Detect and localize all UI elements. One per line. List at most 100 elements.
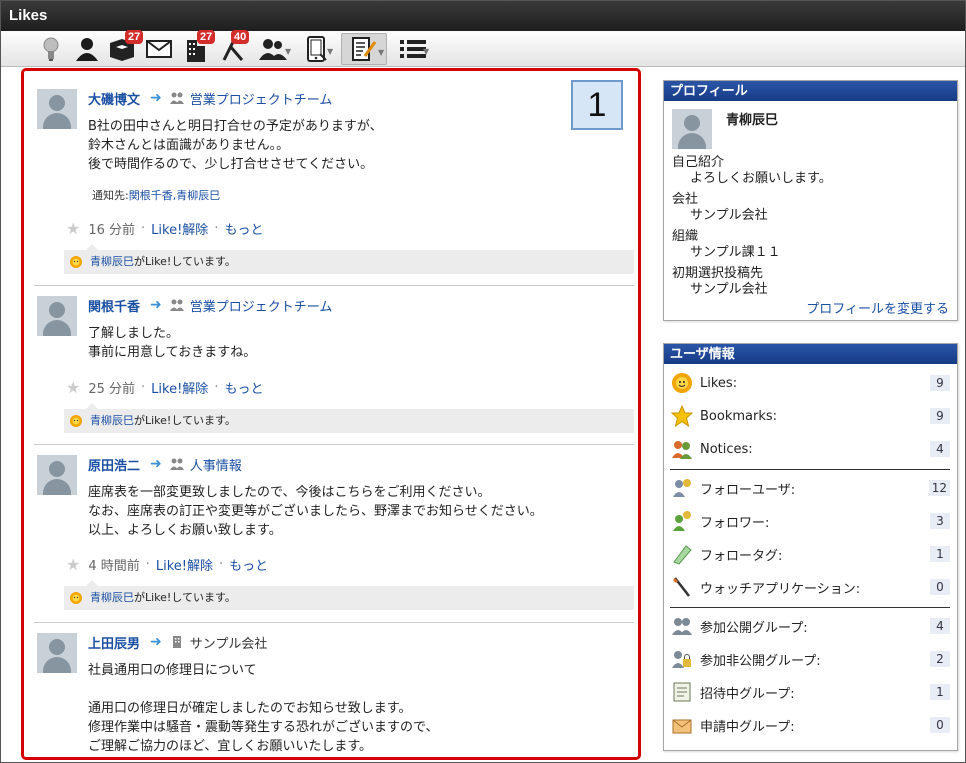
unlike-link[interactable]: Like!解除 (151, 378, 208, 397)
likes-bar: 青柳辰巳がLike!しています。 (64, 403, 634, 433)
building-icon[interactable]: 27 (183, 30, 216, 63)
post-group-link[interactable]: 営業プロジェクトチーム (190, 296, 333, 315)
likes-bar: 青柳辰巳がLike!しています。 (64, 244, 634, 274)
post-meta: ★ 25 分前 · Like!解除 · もっと (66, 378, 264, 397)
tag-icon (670, 542, 694, 566)
post-body: 了解しました。 事前に用意しておきますね。 (88, 326, 257, 360)
profile-avatar[interactable] (672, 109, 712, 149)
apps-icon[interactable]: 27 (107, 30, 144, 63)
org-value: サンプル課１１ (690, 245, 781, 260)
group-icon (670, 614, 694, 638)
edit-profile-link[interactable]: プロフィールを変更する (806, 298, 949, 317)
likes-row[interactable]: Likes: 9 (670, 370, 950, 396)
follow-tags-row[interactable]: フォロータグ: 1 (670, 541, 950, 567)
avatar[interactable] (37, 633, 77, 673)
post-body: 社員通用口の修理日について 通用口の修理日が確定しましたのでお知らせ致します。 … (88, 663, 439, 754)
notices-people-icon (670, 437, 694, 461)
likes-bar: 青柳辰巳がLike!しています。 (64, 580, 634, 610)
intro-value: よろしくお願いします。 (690, 171, 832, 186)
post-group-link[interactable]: 営業プロジェクトチーム (190, 89, 333, 108)
liker-link[interactable]: 青柳辰巳 (90, 591, 134, 604)
post-group-link[interactable]: 人事情報 (190, 455, 242, 474)
buildings-badge: 27 (197, 30, 216, 44)
tools-badge: 40 (231, 30, 250, 44)
toolbar: 27 27 40 ▼ ▼ ▼ ▼ (1, 30, 965, 67)
mail-icon[interactable] (145, 35, 173, 63)
feed-post: 大磯博文 ➜ 営業プロジェクトチーム B社の田中さんと明日打合せの予定があります… (34, 89, 634, 274)
arrow-right-icon: ➜ (150, 634, 162, 650)
chevron-down-icon: ▼ (285, 47, 292, 56)
callout-number: 1 (571, 80, 623, 130)
avatar[interactable] (37, 89, 77, 129)
likes-edit-icon[interactable]: ▼ (341, 33, 387, 65)
bookmarks-label: Bookmarks: (700, 408, 778, 424)
liker-link[interactable]: 青柳辰巳 (90, 414, 134, 427)
likes-text: がLike!しています。 (134, 255, 236, 268)
liker-link[interactable]: 青柳辰巳 (90, 255, 134, 268)
avatar[interactable] (37, 455, 77, 495)
group-icon (169, 92, 184, 104)
post-author-link[interactable]: 大磯博文 (88, 89, 140, 108)
public-groups-count: 4 (930, 618, 950, 634)
follow-users-count: 12 (928, 480, 950, 496)
user-icon[interactable] (73, 35, 101, 63)
follow-users-row[interactable]: フォローユーザ: 12 (670, 475, 950, 501)
post-notify: 通知先:関根千香,青柳辰巳 (92, 187, 220, 203)
profile-name: 青柳辰巳 (726, 113, 779, 128)
post-author-link[interactable]: 関根千香 (88, 296, 140, 315)
profile-panel-title: プロフィール (664, 81, 957, 101)
likes-text: がLike!しています。 (134, 414, 236, 427)
watch-apps-row[interactable]: ウォッチアプリケーション: 0 (670, 574, 950, 600)
applying-groups-row[interactable]: 申請中グループ: 0 (670, 712, 950, 738)
private-group-icon (670, 647, 694, 671)
star-icon[interactable]: ★ (66, 378, 80, 397)
unlike-link[interactable]: Like!解除 (156, 555, 213, 574)
like-flower-icon (70, 256, 82, 268)
more-link[interactable]: もっと (229, 555, 268, 574)
likes-feed: 大磯博文 ➜ 営業プロジェクトチーム B社の田中さんと明日打合せの予定があります… (21, 68, 641, 760)
feed-post: 関根千香 ➜ 営業プロジェクトチーム 了解しました。 事前に用意しておきますね。… (34, 296, 634, 446)
notify-label: 通知先: (92, 189, 129, 202)
post-author-link[interactable]: 原田浩二 (88, 455, 140, 474)
likes-count: 9 (930, 375, 950, 391)
notify-names-link[interactable]: 関根千香,青柳辰巳 (129, 189, 221, 202)
follow-users-label: フォローユーザ: (700, 482, 796, 498)
company-icon (172, 636, 181, 648)
arrow-right-icon: ➜ (150, 456, 162, 472)
post-author-link[interactable]: 上田辰男 (88, 633, 140, 652)
lightbulb-icon[interactable] (39, 35, 63, 63)
envelope-icon (670, 713, 694, 737)
invited-groups-count: 1 (930, 684, 950, 700)
tablet-icon[interactable]: ▼ (299, 35, 335, 63)
invited-groups-row[interactable]: 招待中グループ: 1 (670, 679, 950, 705)
more-link[interactable]: もっと (224, 378, 263, 397)
star-icon[interactable]: ★ (66, 555, 80, 574)
user-info-panel: ユーザ情報 Likes: 9 Bookmarks: 9 Notices: 4 フ… (663, 343, 958, 751)
unlike-link[interactable]: Like!解除 (151, 219, 208, 238)
followers-count: 3 (930, 513, 950, 529)
private-groups-row[interactable]: 参加非公開グループ: 2 (670, 646, 950, 672)
user-info-panel-title: ユーザ情報 (664, 344, 957, 364)
follow-tags-label: フォロータグ: (700, 548, 783, 564)
invited-groups-label: 招待中グループ: (700, 686, 795, 702)
post-meta: ★ 4 時間前 · Like!解除 · もっと (66, 555, 269, 574)
post-time: 25 分前 (88, 382, 136, 397)
likes-label: Likes: (700, 375, 738, 391)
group-users-icon[interactable]: ▼ (253, 35, 293, 63)
more-link[interactable]: もっと (224, 219, 263, 238)
default-post-value: サンプル会社 (690, 282, 768, 297)
likes-text: がLike!しています。 (134, 591, 236, 604)
app-window: Likes 27 27 40 ▼ ▼ ▼ ▼ 大磯博文 ➜ 営業プロジェクトチー… (0, 0, 966, 763)
list-icon[interactable]: ▼ (393, 35, 433, 63)
bookmarks-row[interactable]: Bookmarks: 9 (670, 403, 950, 429)
avatar[interactable] (37, 296, 77, 336)
tools-icon[interactable]: 40 (219, 30, 250, 63)
notices-row[interactable]: Notices: 4 (670, 436, 950, 462)
window-title: Likes (1, 1, 965, 31)
followers-row[interactable]: フォロワー: 3 (670, 508, 950, 534)
chevron-down-icon: ▼ (378, 48, 385, 57)
post-company-link[interactable]: サンプル会社 (190, 633, 268, 652)
public-groups-row[interactable]: 参加公開グループ: 4 (670, 613, 950, 639)
public-groups-label: 参加公開グループ: (700, 620, 808, 636)
star-icon[interactable]: ★ (66, 219, 80, 238)
